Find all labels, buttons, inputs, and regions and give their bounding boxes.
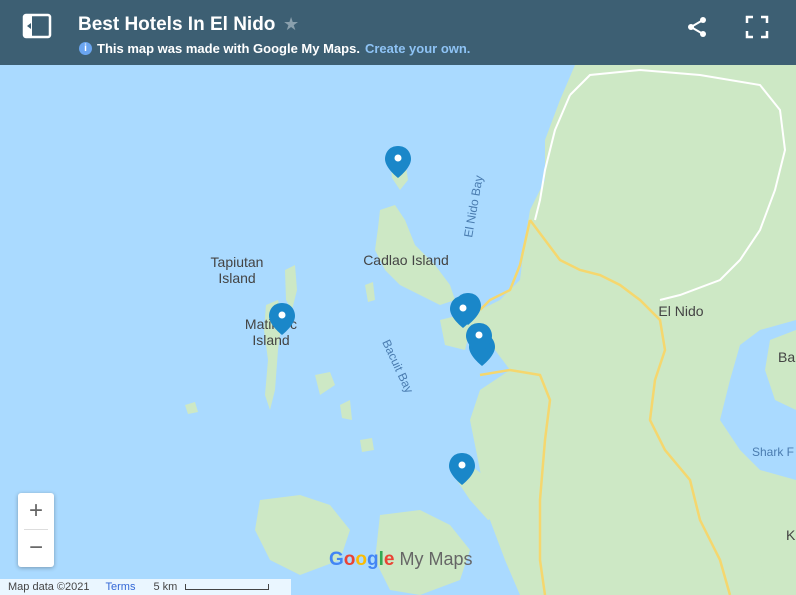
subtitle-text: This map was made with Google My Maps. xyxy=(97,41,360,56)
create-your-own-link[interactable]: Create your own. xyxy=(365,41,470,56)
terms-link[interactable]: Terms xyxy=(106,581,136,593)
my-maps-text: My Maps xyxy=(394,549,473,569)
share-icon[interactable] xyxy=(686,16,708,43)
google-my-maps-logo: Google My Maps xyxy=(329,549,473,570)
map-label-tapiutan: Tapiutan xyxy=(211,254,264,270)
map-data-credit: Map data ©2021 xyxy=(8,581,90,593)
map-label-cadlao: Cadlao Island xyxy=(363,252,449,268)
map-label-ba: Ba xyxy=(778,349,795,365)
map-title: Best Hotels In El Nido xyxy=(78,14,276,35)
map-label-el-nido: El Nido xyxy=(658,303,703,319)
info-icon: i xyxy=(79,42,92,55)
zoom-in-button[interactable]: + xyxy=(18,493,54,529)
map-label-tapiutan-2: Island xyxy=(218,270,255,286)
map-label-matinloc-2: Island xyxy=(252,332,289,348)
zoom-out-button[interactable]: − xyxy=(18,530,54,566)
map-canvas[interactable]: Tapiutan Island Cadlao Island Matinloc I… xyxy=(0,0,796,595)
fullscreen-icon[interactable] xyxy=(745,15,769,44)
map-label-shark-fin: Shark F xyxy=(752,445,794,459)
sidebar-toggle-icon[interactable] xyxy=(22,13,52,44)
scale-label: 5 km xyxy=(153,581,178,593)
zoom-control: + − xyxy=(18,493,54,567)
map-label-k: K xyxy=(786,527,796,543)
map-header: Best Hotels In El Nido ★ i This map was … xyxy=(0,0,796,65)
map-footer: Map data ©2021 Terms 5 km xyxy=(0,579,291,595)
scale-bar xyxy=(185,584,270,590)
map-subtitle: i This map was made with Google My Maps.… xyxy=(79,41,470,56)
star-icon[interactable]: ★ xyxy=(283,14,299,35)
